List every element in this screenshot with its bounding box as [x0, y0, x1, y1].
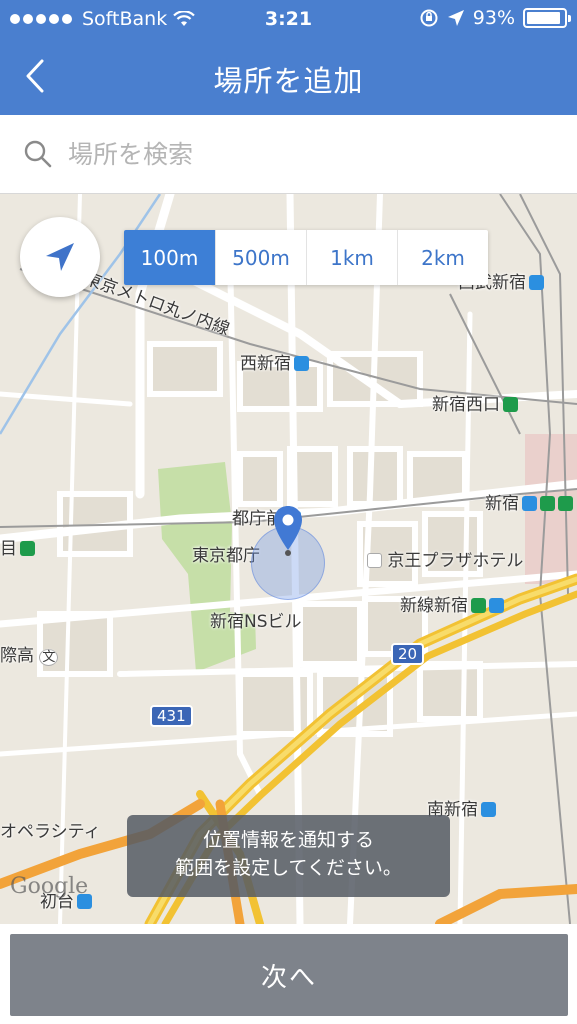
- search-input[interactable]: [68, 129, 548, 179]
- route-badge-20: 20: [391, 643, 425, 665]
- status-right: 93%: [419, 7, 571, 29]
- map-label-keio-plaza: 京王プラザホテル: [364, 546, 523, 571]
- map-label-left-edge: 目: [0, 534, 35, 559]
- google-logo: Google: [10, 874, 89, 899]
- bottom-bar: 次へ: [0, 924, 577, 1024]
- range-option-100m[interactable]: 100m: [124, 230, 215, 285]
- map-label-shinsen-shinjuku: 新線新宿: [400, 591, 504, 616]
- status-bar: SoftBank 3:21 93%: [0, 0, 577, 38]
- search-bar: [0, 115, 577, 194]
- map-label-kousai: 際高 文: [0, 641, 59, 666]
- map-label-shinjuku: 新宿: [485, 489, 573, 514]
- page-title: 場所を追加: [213, 64, 364, 98]
- battery-percent: 93%: [472, 7, 515, 29]
- rotation-lock-icon: [420, 9, 438, 27]
- hint-toast-line1: 位置情報を通知する: [202, 829, 374, 851]
- map-label-tokyo-tocho: 東京都庁: [192, 546, 260, 566]
- range-option-2km[interactable]: 2km: [397, 230, 488, 285]
- location-arrow-icon: [447, 10, 464, 26]
- locate-me-button[interactable]: [20, 217, 100, 297]
- battery-icon: [523, 8, 571, 28]
- range-selector: 100m 500m 1km 2km: [124, 230, 488, 285]
- navigation-arrow-icon: [46, 243, 74, 271]
- map-label-shinjuku-ns: 新宿NSビル: [210, 612, 302, 632]
- route-badge-431: 431: [150, 705, 193, 727]
- map-label-operacity: オペラシティ: [0, 822, 101, 842]
- range-option-500m[interactable]: 500m: [215, 230, 306, 285]
- hint-toast: 位置情報を通知する 範囲を設定してください。: [127, 815, 450, 897]
- map-label-shinjuku-nishiguchi: 新宿西口: [432, 390, 518, 415]
- top-bar: SoftBank 3:21 93% 場所を追加: [0, 0, 577, 115]
- hint-toast-line2: 範囲を設定してください。: [175, 857, 402, 879]
- nav-bar: 場所を追加: [0, 38, 577, 115]
- search-icon: [24, 140, 52, 168]
- next-button[interactable]: 次へ: [10, 934, 568, 1016]
- map-label-nishishinjuku: 西新宿: [240, 349, 309, 374]
- map-view[interactable]: 東京メトロ丸ノ内線 西武新宿 西新宿 新宿西口 新宿 都庁前 目 東京都庁 京王…: [0, 194, 577, 924]
- range-option-1km[interactable]: 1km: [306, 230, 397, 285]
- location-pin-icon[interactable]: [272, 504, 304, 556]
